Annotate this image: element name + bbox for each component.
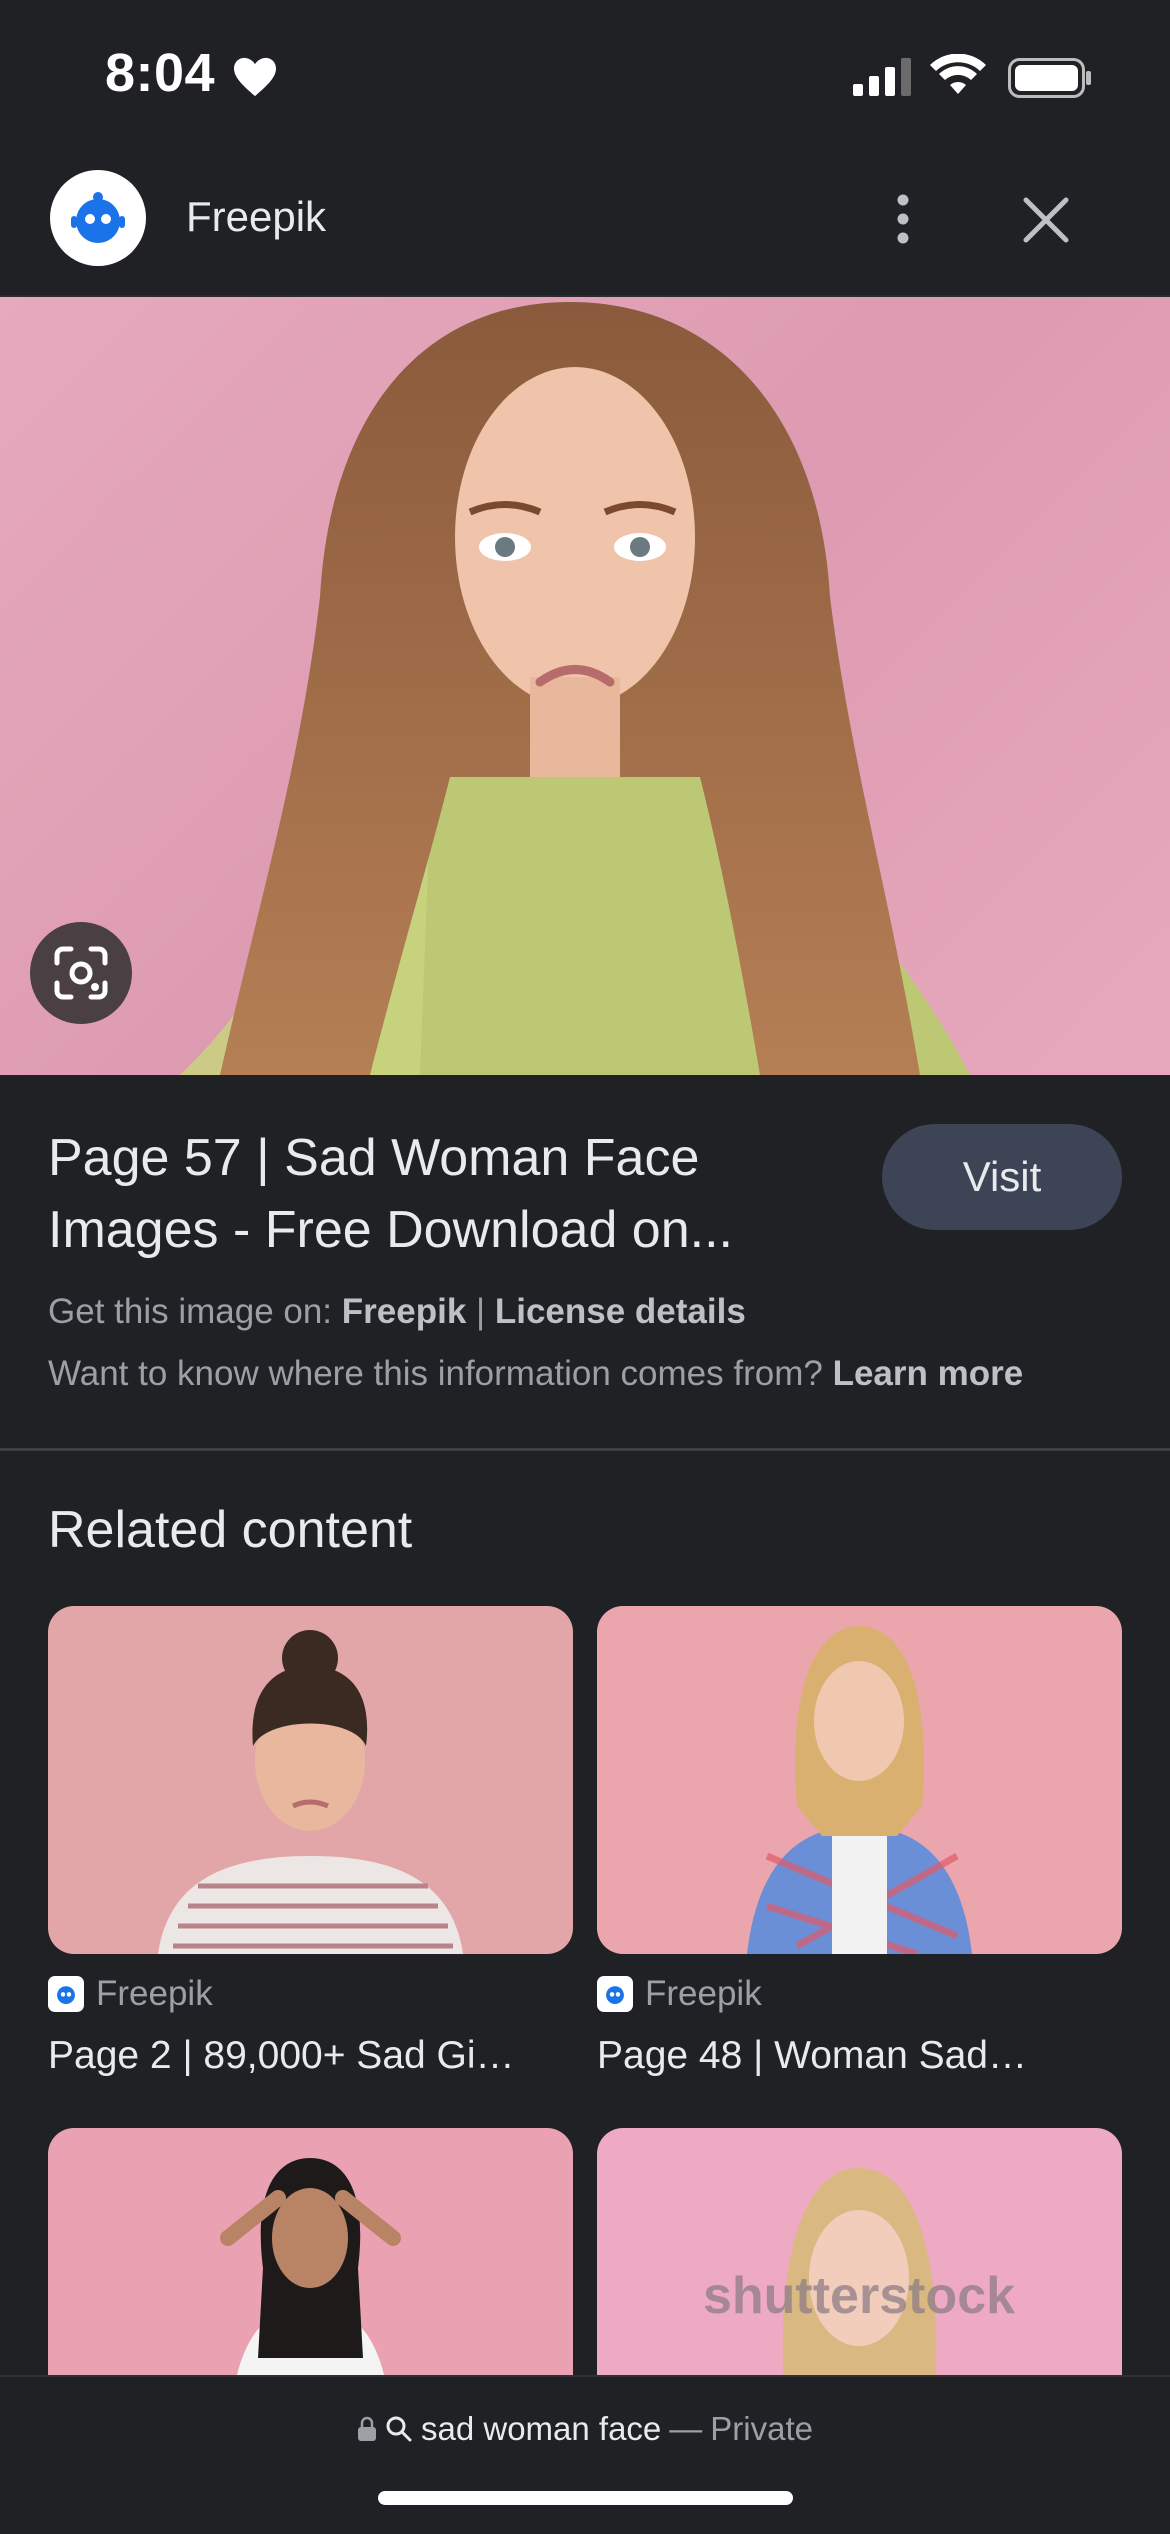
battery-icon xyxy=(1008,58,1091,98)
visit-button[interactable]: Visit xyxy=(882,1124,1122,1230)
private-mode-label: Private xyxy=(710,2410,814,2447)
freepik-favicon-icon xyxy=(48,1976,84,2012)
freepik-logo-icon xyxy=(71,192,125,243)
related-card-image-1[interactable] xyxy=(48,1606,573,1954)
lock-icon xyxy=(357,2416,376,2441)
related-card-source-1: Freepik xyxy=(48,1974,213,2014)
freepik-favicon-icon xyxy=(597,1976,633,2012)
signal-icon xyxy=(853,58,911,96)
related-card-source-label: Freepik xyxy=(96,1974,213,2013)
header xyxy=(0,150,1170,297)
more-options-icon[interactable] xyxy=(880,186,926,252)
source-link[interactable]: Freepik xyxy=(342,1292,467,1331)
info-line: Want to know where this information come… xyxy=(48,1354,1023,1394)
google-lens-button[interactable] xyxy=(30,922,132,1024)
woman-photo-illustration xyxy=(158,1630,463,1954)
lens-icon xyxy=(54,946,108,1000)
status-time: 8:04 xyxy=(105,43,216,103)
search-query: sad woman face xyxy=(420,2410,662,2447)
close-icon[interactable] xyxy=(1018,192,1074,248)
woman-photo-illustration xyxy=(180,302,970,1075)
site-name[interactable]: Freepik xyxy=(186,193,326,241)
separator: | xyxy=(476,1292,486,1331)
home-indicator[interactable] xyxy=(378,2491,793,2505)
license-details-link[interactable]: License details xyxy=(495,1292,746,1331)
learn-more-link[interactable]: Learn more xyxy=(833,1354,1024,1393)
related-card-image-2[interactable] xyxy=(597,1606,1122,1954)
wifi-icon xyxy=(930,54,986,94)
related-card-source-2: Freepik xyxy=(597,1974,762,2014)
related-card-title-1[interactable]: Page 2 | 89,000+ Sad Gi… xyxy=(48,2034,568,2078)
source-line: Get this image on: Freepik | License det… xyxy=(48,1292,746,1332)
result-title[interactable]: Page 57 | Sad Woman Face Images - Free D… xyxy=(48,1122,828,1266)
divider xyxy=(0,1448,1170,1451)
hero-image[interactable] xyxy=(0,297,1170,1075)
bottom-bar xyxy=(0,2375,1170,2534)
woman-photo-illustration xyxy=(747,1626,972,1954)
query-dash: — xyxy=(669,2410,703,2447)
result-title-line2: Images - Free Download on... xyxy=(48,1201,733,1259)
heart-icon xyxy=(234,57,276,97)
source-prefix: Get this image on: xyxy=(48,1292,333,1331)
search-icon xyxy=(386,2416,412,2442)
related-card-title-2[interactable]: Page 48 | Woman Sad… xyxy=(597,2034,1117,2078)
related-heading: Related content xyxy=(48,1501,413,1559)
shutterstock-watermark: shutterstock xyxy=(703,2267,1015,2325)
info-question: Want to know where this information come… xyxy=(48,1354,823,1393)
result-title-line1: Page 57 | Sad Woman Face xyxy=(48,1129,700,1187)
related-card-source-label: Freepik xyxy=(645,1974,762,2013)
address-bar[interactable]: sad woman face — Private xyxy=(0,2410,1170,2448)
site-avatar[interactable] xyxy=(50,170,146,266)
